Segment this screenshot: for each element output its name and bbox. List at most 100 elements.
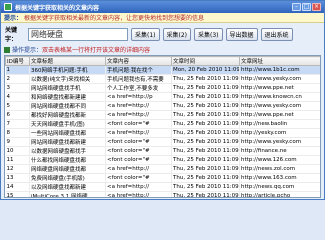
table-row[interactable]: 5 网站网络硬盘找都不同 <a href=http://Thu, 25 Feb 20… bbox=[5, 101, 320, 111]
column-header-url[interactable]: 文章网址 bbox=[239, 56, 320, 66]
table-row[interactable]: 9 网站网络硬盘找都新建 <font color="# Thu, 25 Feb 201… bbox=[5, 137, 320, 147]
window-title: 根据关键字获取相关的文章内容 bbox=[15, 4, 100, 12]
title-cell: 以数据网络硬盘都找手 bbox=[29, 146, 106, 156]
url-cell: http://www.ppe.net bbox=[239, 110, 320, 120]
content-cell: <font color="# bbox=[105, 173, 172, 183]
title-bar: 根据关键字获取相关的文章内容 – □ × bbox=[1, 1, 324, 13]
title-cell: 以数据(纯文字)来找相关 bbox=[29, 74, 106, 84]
table-row[interactable]: 3 网站网络硬盘找手机 个人工作室,不要多发 Thu, 25 Feb 2010 11:… bbox=[5, 83, 320, 93]
column-header-time[interactable]: 文章时间 bbox=[171, 56, 240, 66]
time-cell: Thu, 25 Feb 2010 11:09:00 bbox=[171, 164, 240, 174]
time-cell: Thu, 25 Feb 2010 11:09:00 bbox=[171, 128, 240, 138]
id-cell: 9 bbox=[5, 137, 30, 147]
title-cell: 都找好网络硬盘找都新 bbox=[29, 110, 106, 120]
collect-2-button[interactable]: 采集(2) bbox=[162, 27, 191, 41]
time-cell: Thu, 25 Feb 2010 11:09:00 bbox=[171, 173, 240, 183]
hint-bar: 操作提示： 双击表格某一行将打开该文章的详细内容 bbox=[1, 45, 324, 54]
table-row[interactable]: 11 什么都找网络硬盘找都 <font color="# Thu, 25 Feb 20… bbox=[5, 155, 320, 165]
id-cell: 10 bbox=[5, 146, 30, 156]
url-cell: http://www.yesky.com bbox=[239, 74, 320, 84]
title-cell: 360网络手机问题:手机 bbox=[29, 65, 106, 75]
id-cell: 2 bbox=[5, 74, 30, 84]
content-cell: <a href=http:// bbox=[105, 191, 172, 197]
hint-text: 双击表格某一行将打开该文章的详细内容 bbox=[42, 47, 151, 54]
table-row[interactable]: 12 网络硬盘网络硬盘找都 <a href=http://Thu, 25 Feb 2… bbox=[5, 164, 320, 174]
content-cell: 手机问题:我在找个 bbox=[105, 65, 172, 75]
table-row[interactable]: 1 360网络手机问题:手机 手机问题:我在找个 Mon, 20 Feb 2010 1… bbox=[5, 65, 320, 75]
column-header-title[interactable]: 文章标题 bbox=[29, 56, 106, 66]
content-cell: <font color="# bbox=[105, 146, 172, 156]
content-cell: <font color="# bbox=[105, 137, 172, 147]
url-cell: http://www.126.com bbox=[239, 155, 320, 165]
hint-lead: 操作提示： bbox=[12, 47, 43, 54]
id-cell: 14 bbox=[5, 182, 30, 192]
collect-3-button[interactable]: 采集(3) bbox=[194, 27, 223, 41]
tip-bar: 提示： 根据关键字获取相关最新的文章内容，让您更快地找到您想要的信息 bbox=[1, 13, 324, 23]
time-cell: Thu, 25 Feb 2010 11:09:00 bbox=[171, 119, 240, 129]
content-cell: <a href=http:// bbox=[105, 110, 172, 120]
table-row[interactable]: 6 都找好网络硬盘找都新 <a href=http://Thu, 25 Feb 20… bbox=[5, 110, 320, 120]
minimize-icon[interactable]: – bbox=[292, 3, 301, 11]
title-cell: 网站网络硬盘找都不同 bbox=[29, 101, 106, 111]
time-cell: Thu, 25 Feb 2010 11:09:00 bbox=[171, 182, 240, 192]
tip-text: 根据关键字获取相关最新的文章内容，让您更快地找到您想要的信息 bbox=[24, 15, 205, 22]
id-cell: 15 bbox=[5, 191, 30, 197]
table-row[interactable]: 10 以数据网络硬盘都找手 <font color="# Thu, 25 Feb 20… bbox=[5, 146, 320, 156]
column-header-content[interactable]: 文章内容 bbox=[105, 56, 172, 66]
hint-icon bbox=[4, 46, 10, 53]
time-cell: Mon, 20 Feb 2010 11:09:00 bbox=[171, 65, 240, 75]
id-cell: 7 bbox=[5, 119, 30, 129]
time-cell: Thu, 25 Feb 2010 11:09:00 bbox=[171, 155, 240, 165]
title-cell: 免费网络硬盘(手机版) bbox=[29, 173, 106, 183]
collect-1-button[interactable]: 采集(1) bbox=[131, 27, 160, 41]
content-cell: <a href=http:// bbox=[105, 101, 172, 111]
maximize-icon[interactable]: □ bbox=[302, 3, 311, 11]
title-cell: 网络硬盘网络硬盘找都 bbox=[29, 164, 106, 174]
content-cell: <a href=http:// bbox=[105, 182, 172, 192]
id-cell: 3 bbox=[5, 83, 30, 93]
table-row[interactable]: 7 天天网络硬盘手机(图) <font color="# Thu, 25 Feb 20… bbox=[5, 119, 320, 129]
content-cell: <font color="# bbox=[105, 119, 172, 129]
title-cell: 和网络硬盘找都新建建 bbox=[29, 92, 106, 102]
exit-button[interactable]: 退出系统 bbox=[260, 27, 293, 41]
app-window: 根据关键字获取相关的文章内容 – □ × 提示： 根据关键字获取相关最新的文章内… bbox=[0, 0, 325, 200]
url-cell: http://www.yesky.com bbox=[239, 101, 320, 111]
results-table[interactable]: ID编号 文章标题 文章内容 文章时间 文章网址 1 360网络手机问题:手机 手机… bbox=[4, 55, 321, 198]
url-cell: http://news.zol.com bbox=[239, 164, 320, 174]
url-cell: http://finance.ne bbox=[239, 146, 320, 156]
url-cell: http://yesky.com bbox=[239, 128, 320, 138]
title-cell: 网站网络硬盘找手机 bbox=[29, 83, 106, 93]
content-cell: <a href=http:// bbox=[105, 164, 172, 174]
title-cell: 网站网络硬盘找都新建 bbox=[29, 137, 106, 147]
table-row[interactable]: 4 和网络硬盘找都新建建 <a href=http://p Thu, 25 Feb 2… bbox=[5, 92, 320, 102]
close-icon[interactable]: × bbox=[312, 3, 321, 11]
url-cell: http://new.baolin bbox=[239, 119, 320, 129]
table-row[interactable]: 8 一些网站网络硬盘找都 <a href=http://Thu, 25 Feb 20… bbox=[5, 128, 320, 138]
content-cell: 手机问题我也有,不需要 bbox=[105, 74, 172, 84]
id-cell: 12 bbox=[5, 164, 30, 174]
id-cell: 6 bbox=[5, 110, 30, 120]
url-cell: http://www.knowcn.cn bbox=[239, 92, 320, 102]
time-cell: Thu, 25 Feb 2010 11:09:00 bbox=[171, 137, 240, 147]
url-cell: http://article.pcho bbox=[239, 191, 320, 197]
time-cell: Thu, 25 Feb 2010 11:09:00 bbox=[171, 191, 240, 197]
table-row[interactable]: 13 免费网络硬盘(手机版) <font color="# Thu, 25 Feb 2… bbox=[5, 173, 320, 183]
export-data-button[interactable]: 导出数据 bbox=[225, 27, 258, 41]
title-cell: 以及网络硬盘找都新建 bbox=[29, 182, 106, 192]
time-cell: Thu, 25 Feb 2010 11:09:00 bbox=[171, 92, 240, 102]
keyword-label: 关键字： bbox=[5, 27, 18, 43]
table-row[interactable]: 15 iMultiCore 3.1 网络硬 <a href=http://Thu, … bbox=[5, 191, 320, 197]
content-cell: 个人工作室,不要多发 bbox=[105, 83, 172, 93]
tip-label: 提示： bbox=[4, 15, 23, 22]
table-row[interactable]: 14 以及网络硬盘找都新建 <a href=http://Thu, 25 Feb 2… bbox=[5, 182, 320, 192]
url-cell: http://www.yesky.com bbox=[239, 137, 320, 147]
column-header-id[interactable]: ID编号 bbox=[5, 56, 30, 66]
keyword-input[interactable] bbox=[28, 27, 128, 41]
title-cell: 什么都找网络硬盘找都 bbox=[29, 155, 106, 165]
time-cell: Thu, 25 Feb 2010 11:09:00 bbox=[171, 146, 240, 156]
time-cell: Thu, 25 Feb 2010 11:09:00 bbox=[171, 101, 240, 111]
toolbar: 关键字： 采集(1) 采集(2) 采集(3) 导出数据 退出系统 bbox=[1, 23, 324, 45]
table-row[interactable]: 2 以数据(纯文字)来找相关 手机问题我也有,不需要 Thu, 25 Feb 2010… bbox=[5, 74, 320, 84]
id-cell: 4 bbox=[5, 92, 30, 102]
url-cell: http://news.qq.com bbox=[239, 182, 320, 192]
